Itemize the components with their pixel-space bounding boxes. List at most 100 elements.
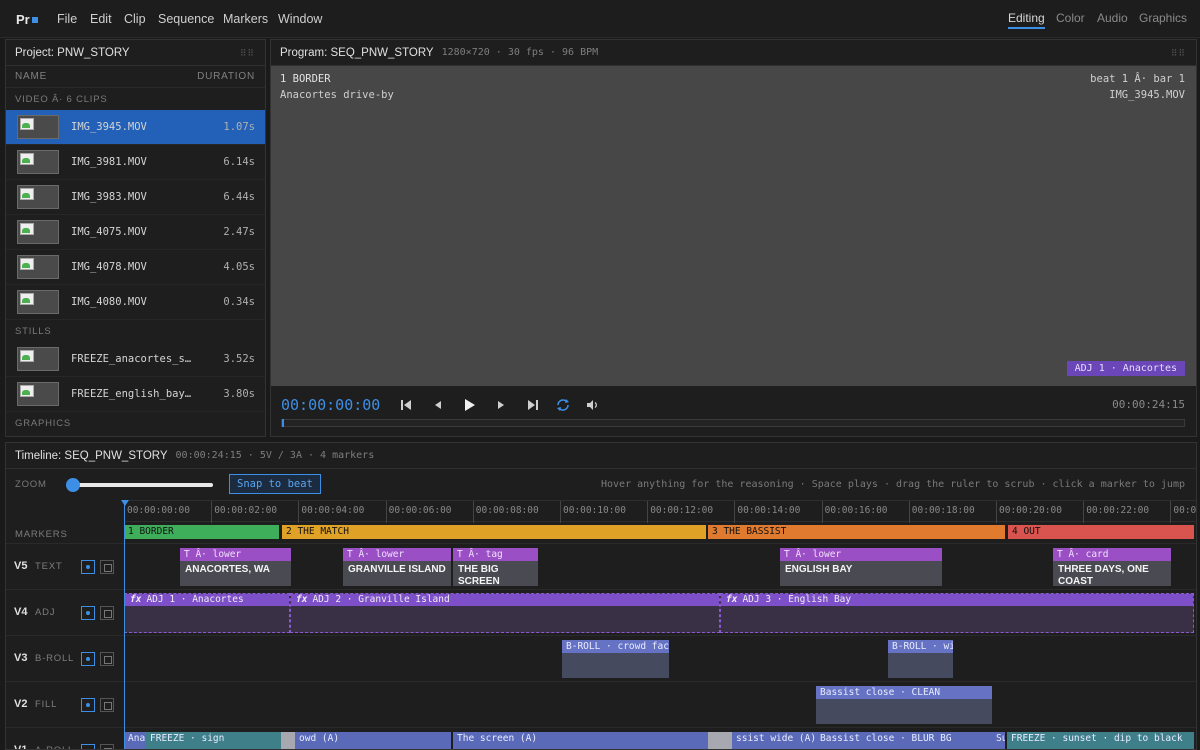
- panel-grip-icon[interactable]: ⠿⠿: [1171, 48, 1186, 59]
- adjustment-clip[interactable]: fx ADJ 1 · Anacortes: [124, 593, 290, 633]
- transition-marker[interactable]: [708, 732, 732, 749]
- aroll-clip[interactable]: Bassist close · BLUR BG: [816, 732, 992, 749]
- track-visibility-toggle[interactable]: [81, 744, 95, 749]
- broll-clip[interactable]: B-ROLL · crowd face: [562, 640, 669, 678]
- aroll-clip[interactable]: ssist wide (A): [732, 732, 816, 749]
- clip-duration: 4.05s: [223, 261, 255, 273]
- broll-clip[interactable]: B-ROLL · wi: [888, 640, 953, 678]
- clip-row[interactable]: IMG_3945.MOV 1.07s: [6, 110, 265, 145]
- zoom-slider-knob[interactable]: [66, 478, 80, 492]
- text-clip[interactable]: T Â· card THREE DAYS, ONE COAST: [1053, 548, 1171, 586]
- aroll-clip-label: FREEZE · sign: [150, 733, 225, 744]
- go-to-end-icon[interactable]: [524, 396, 542, 414]
- zoom-slider[interactable]: [66, 478, 213, 492]
- marker-3[interactable]: 3 THE BASSIST: [708, 525, 1005, 539]
- playhead-handle[interactable]: [121, 500, 129, 506]
- markers-label: MARKERS: [15, 529, 68, 540]
- current-timecode[interactable]: 00:00:00:00: [281, 396, 380, 414]
- transition-marker[interactable]: [281, 732, 295, 749]
- scrub-playhead[interactable]: [282, 419, 284, 427]
- go-to-start-icon[interactable]: [397, 396, 415, 414]
- clip-row[interactable]: FREEZE_anacortes_s… 3.52s: [6, 342, 265, 377]
- marker-4[interactable]: 4 OUT: [1008, 525, 1194, 539]
- aroll-clip[interactable]: Su: [992, 732, 1005, 749]
- track-lock-toggle[interactable]: [100, 652, 114, 666]
- clip-row[interactable]: IMG_4080.MOV 0.34s: [6, 285, 265, 320]
- menu-markers[interactable]: Markers: [223, 12, 268, 26]
- marker-1[interactable]: 1 BORDER: [124, 525, 279, 539]
- aroll-clip[interactable]: owd (A): [295, 732, 451, 749]
- menu-clip[interactable]: Clip: [124, 12, 146, 26]
- clip-duration: 1.07s: [223, 121, 255, 133]
- menu-file[interactable]: File: [57, 12, 77, 26]
- tab-color[interactable]: Color: [1056, 11, 1085, 25]
- ruler-tick-label: 00:00:14:00: [737, 505, 801, 516]
- program-viewer[interactable]: 1 BORDER Anacortes drive-by beat 1 Â· ba…: [271, 66, 1196, 386]
- adjustment-clip-label: ADJ 1 · Anacortes: [146, 594, 244, 605]
- track-type: B-ROLL: [35, 653, 75, 664]
- clip-row[interactable]: FREEZE_english_bay… 3.80s: [6, 377, 265, 412]
- aroll-clip[interactable]: Ana: [124, 732, 146, 749]
- step-forward-icon[interactable]: [492, 396, 510, 414]
- fx-icon: fx: [726, 594, 738, 605]
- fill-clip[interactable]: Bassist close · CLEAN: [816, 686, 992, 724]
- track-visibility-toggle[interactable]: [81, 606, 95, 620]
- volume-icon[interactable]: [584, 396, 602, 414]
- track-visibility-toggle[interactable]: [81, 698, 95, 712]
- clip-duration: 6.14s: [223, 156, 255, 168]
- text-clip[interactable]: T Â· tag THE BIG SCREEN: [453, 548, 538, 586]
- duration-timecode: 00:00:24:15: [1112, 398, 1185, 411]
- clip-row[interactable]: IMG_3983.MOV 6.44s: [6, 180, 265, 215]
- track-lock-toggle[interactable]: [100, 560, 114, 574]
- timeline-playhead[interactable]: [124, 500, 125, 749]
- tab-graphics[interactable]: Graphics: [1139, 11, 1187, 25]
- timeline-title: Timeline: SEQ_PNW_STORY: [15, 449, 168, 462]
- timeline-toolbar: ZOOM Snap to beat Hover anything for the…: [6, 470, 1196, 500]
- marker-2[interactable]: 2 THE MATCH: [282, 525, 706, 539]
- tab-editing[interactable]: Editing: [1008, 11, 1045, 29]
- text-clip-tag: T Â· lower: [180, 548, 291, 561]
- aroll-clip[interactable]: The screen (A): [453, 732, 708, 749]
- track-name: V3: [14, 652, 28, 664]
- ruler-tick-label: 00:00:06:00: [388, 505, 452, 516]
- adjustment-badge: ADJ 1 · Anacortes: [1066, 361, 1185, 376]
- fx-icon: fx: [296, 594, 308, 605]
- aroll-clip[interactable]: FREEZE · sunset · dip to black: [1007, 732, 1194, 749]
- col-name[interactable]: NAME: [15, 71, 47, 82]
- clip-row[interactable]: IMG_4078.MOV 4.05s: [6, 250, 265, 285]
- text-clip[interactable]: T Â· lower GRANVILLE ISLAND: [343, 548, 451, 586]
- timeline-meta: 00:00:24:15 · 5V / 3A · 4 markers: [175, 450, 375, 461]
- track-visibility-toggle[interactable]: [81, 652, 95, 666]
- menu-sequence[interactable]: Sequence: [158, 12, 214, 26]
- text-clip[interactable]: T Â· lower ENGLISH BAY: [780, 548, 942, 586]
- clip-row[interactable]: IMG_3981.MOV 6.14s: [6, 145, 265, 180]
- text-clip-tag: T Â· lower: [780, 548, 942, 561]
- snap-to-beat-button[interactable]: Snap to beat: [229, 474, 321, 494]
- clip-row[interactable]: IMG_4075.MOV 2.47s: [6, 215, 265, 250]
- text-clip[interactable]: T Â· lower ANACORTES, WA: [180, 548, 291, 586]
- loop-icon[interactable]: [554, 396, 572, 414]
- track-lock-toggle[interactable]: [100, 698, 114, 712]
- track-lock-toggle[interactable]: [100, 744, 114, 749]
- tab-audio[interactable]: Audio: [1097, 11, 1128, 25]
- col-duration[interactable]: DURATION: [197, 71, 255, 82]
- adjustment-clip[interactable]: fx ADJ 2 · Granville Island: [290, 593, 720, 633]
- track-type: FILL: [35, 699, 58, 710]
- menu-window[interactable]: Window: [278, 12, 322, 26]
- panel-grip-icon[interactable]: ⠿⠿: [240, 48, 255, 59]
- track-visibility-toggle[interactable]: [81, 560, 95, 574]
- adjustment-clip[interactable]: fx ADJ 3 · English Bay: [720, 593, 1194, 633]
- program-scrub-bar[interactable]: [281, 419, 1185, 427]
- track-lock-toggle[interactable]: [100, 606, 114, 620]
- clip-thumbnail: [17, 185, 59, 209]
- play-icon[interactable]: [460, 396, 478, 414]
- app-logo[interactable]: Pr: [16, 12, 38, 27]
- menu-edit[interactable]: Edit: [90, 12, 112, 26]
- aroll-clip-label: Su: [996, 733, 1005, 744]
- aroll-clip[interactable]: FREEZE · sign: [146, 732, 281, 749]
- timeline-ruler[interactable]: 00:00:00:00 00:00:02:00 00:00:04:00 00:00:0…: [124, 500, 1196, 523]
- overlay-marker: 1 BORDER: [280, 73, 331, 85]
- step-back-icon[interactable]: [429, 396, 447, 414]
- zoom-label: ZOOM: [15, 479, 47, 490]
- markers-lane: 1 BORDER 2 THE MATCH 3 THE BASSIST 4 OUT: [124, 522, 1196, 544]
